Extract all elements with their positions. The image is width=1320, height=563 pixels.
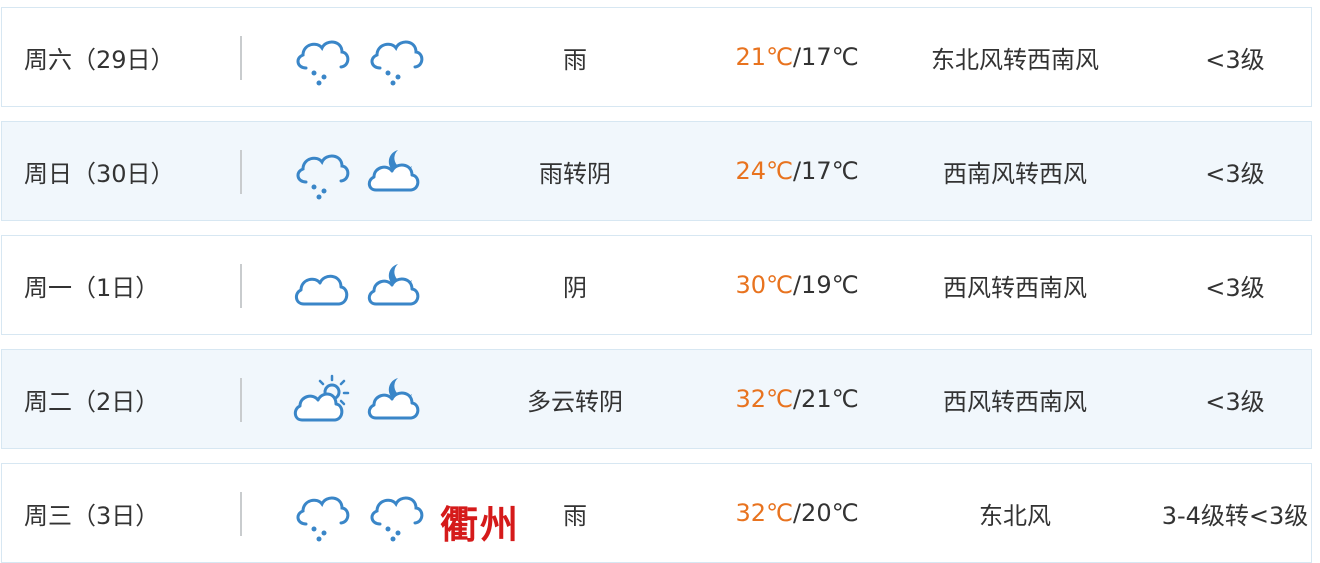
high-temp: 32℃ — [735, 499, 793, 527]
divider — [240, 264, 242, 308]
wind-level: <3级 — [1205, 159, 1265, 188]
weather-description: 雨 — [563, 45, 587, 74]
high-temp: 24℃ — [735, 157, 793, 185]
rain-cloud-icon — [370, 496, 424, 542]
forecast-row: 周三（3日） 雨 32℃/20℃ 东北风 3-4级转<3级 — [1, 463, 1312, 563]
weather-description: 雨转阴 — [539, 159, 611, 188]
low-temp: 17℃ — [801, 157, 859, 185]
moon-cloud-icon — [367, 264, 420, 306]
city-watermark: 衢州 — [440, 502, 521, 547]
wind-direction: 西南风转西风 — [943, 159, 1087, 188]
day-label: 周二（2日） — [24, 387, 160, 416]
day-label: 周日（30日） — [24, 159, 175, 188]
low-temp: 21℃ — [801, 385, 859, 413]
moon-cloud-icon — [367, 150, 420, 192]
wind-level: <3级 — [1205, 387, 1265, 416]
rain-cloud-icon — [296, 496, 350, 542]
temp-separator: / — [792, 157, 802, 185]
wind-direction: 西风转西南风 — [943, 387, 1087, 416]
rain-cloud-icon — [370, 40, 424, 86]
forecast-row: 周一（1日） 阴 30℃/19℃ 西风转西南风 <3级 — [1, 235, 1312, 335]
wind-direction: 东北风 — [979, 501, 1051, 530]
wind-direction: 西风转西南风 — [943, 273, 1087, 302]
low-temp: 20℃ — [801, 499, 859, 527]
rain-cloud-icon — [296, 154, 350, 200]
divider — [240, 36, 242, 80]
weather-icons — [292, 258, 426, 314]
temperature: 24℃/17℃ — [707, 122, 887, 220]
forecast-row: 周六（29日） 雨 21℃/17℃ 东北风转西南风 <3级 — [1, 7, 1312, 107]
temperature: 21℃/17℃ — [707, 8, 887, 106]
wind-level: 3-4级转<3级 — [1161, 501, 1309, 530]
cloud-icon — [295, 274, 349, 306]
high-temp: 21℃ — [735, 43, 793, 71]
day-label: 周一（1日） — [24, 273, 160, 302]
rain-cloud-icon — [296, 40, 350, 86]
weather-icons — [292, 486, 426, 542]
temp-separator: / — [792, 43, 802, 71]
temperature: 30℃/19℃ — [707, 236, 887, 334]
temp-separator: / — [792, 385, 802, 413]
wind-direction: 东北风转西南风 — [931, 45, 1099, 74]
high-temp: 30℃ — [735, 271, 793, 299]
divider — [240, 150, 242, 194]
low-temp: 19℃ — [801, 271, 859, 299]
moon-cloud-icon — [367, 378, 420, 420]
day-label: 周三（3日） — [24, 501, 160, 530]
low-temp: 17℃ — [801, 43, 859, 71]
forecast-row: 周日（30日） 雨转阴 24℃/17℃ 西南风转西风 <3级 — [1, 121, 1312, 221]
divider — [240, 492, 242, 536]
day-label: 周六（29日） — [24, 45, 175, 74]
weather-description: 多云转阴 — [527, 387, 623, 416]
temp-separator: / — [792, 271, 802, 299]
divider — [240, 378, 242, 422]
weather-description: 阴 — [563, 273, 587, 302]
temperature: 32℃/20℃ — [707, 464, 887, 562]
temperature: 32℃/21℃ — [707, 350, 887, 448]
forecast-row: 周二（2日） 多云转阴 32℃/21℃ 西风转西南风 <3级 — [1, 349, 1312, 449]
weather-icons — [292, 144, 426, 200]
high-temp: 32℃ — [735, 385, 793, 413]
wind-level: <3级 — [1205, 273, 1265, 302]
temp-separator: / — [792, 499, 802, 527]
weather-icons — [292, 372, 426, 428]
weather-icons — [292, 30, 426, 86]
wind-level: <3级 — [1205, 45, 1265, 74]
sun-cloud-icon — [293, 374, 350, 422]
